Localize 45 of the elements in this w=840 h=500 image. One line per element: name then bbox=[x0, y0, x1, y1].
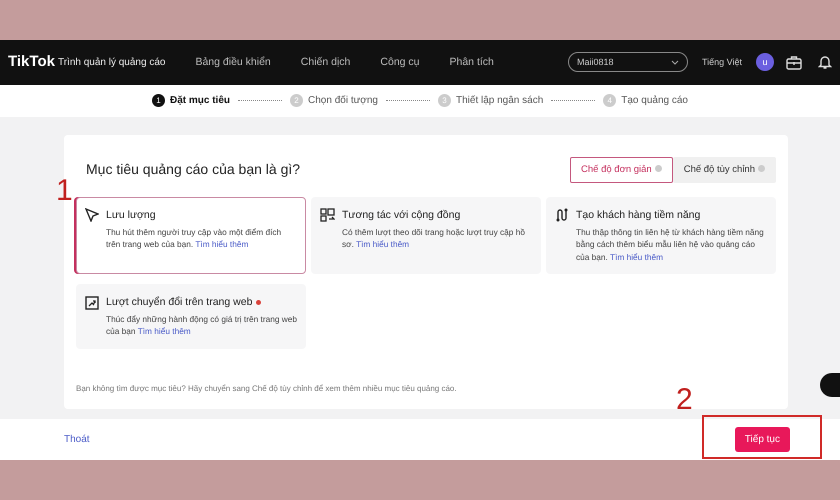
product-name: Trình quản lý quảng cáo bbox=[58, 56, 166, 70]
logo[interactable]: TikTok bbox=[8, 51, 55, 74]
step-label[interactable]: Tạo quảng cáo bbox=[621, 93, 688, 108]
path-icon bbox=[555, 208, 569, 222]
step-annotation: 1 bbox=[56, 176, 73, 206]
hint-text: Bạn không tìm được mục tiêu? Hãy chuyển sang Chế độ tùy chỉnh để xem thêm nhiều mục tiêu quảng cáo. bbox=[76, 382, 458, 395]
learn-more-link[interactable]: Tìm hiểu thêm bbox=[610, 252, 664, 262]
step-label[interactable]: Đặt mục tiêu bbox=[170, 93, 230, 108]
nav-link[interactable]: Chiến dịch bbox=[300, 54, 350, 70]
card-description: Thu hút thêm người truy cập vào một điểm đích trên trang web của bạn. Tìm hiểu thêm bbox=[106, 226, 282, 251]
language-selector[interactable]: Tiếng Việt bbox=[702, 56, 742, 70]
caret-icon bbox=[670, 60, 679, 65]
exit-link[interactable]: Thoát bbox=[64, 432, 90, 447]
card-title: Lưu lượng bbox=[106, 209, 156, 222]
card-title: Tương tác với cộng đồng bbox=[342, 209, 460, 222]
nav-link[interactable]: Công cụ bbox=[380, 54, 420, 70]
learn-more-link[interactable]: Tìm hiểu thêm bbox=[356, 239, 410, 250]
mode-tab[interactable]: Chế độ đơn giản bbox=[570, 156, 673, 184]
learn-more-link[interactable]: Tìm hiểu thêm bbox=[195, 239, 248, 250]
step-annotation: 2 bbox=[676, 385, 693, 415]
briefcase-icon[interactable] bbox=[786, 54, 802, 70]
nav-link[interactable]: Bảng điều khiển bbox=[195, 54, 271, 70]
objective-card[interactable]: Lưu lượng Thu hút thêm người truy cập vào một điểm đích trên trang web của bạn. Tìm hiểu thêm bbox=[76, 197, 306, 274]
step-number[interactable]: 1 bbox=[152, 94, 165, 108]
step-label[interactable]: Thiết lập ngân sách bbox=[456, 93, 544, 108]
card-title: Lượt chuyển đổi trên trang web bbox=[106, 296, 252, 308]
card-description: Thúc đẩy những hành động có giá trị trên trang web của bạn Tìm hiểu thêm bbox=[106, 312, 297, 338]
objective-card[interactable]: Tạo khách hàng tiềm năng Thu thập thông tin liên hệ từ khách hàng tiềm năng bằng cách thêm biểu mẫu liên hệ vào quảng cáo của bạn. Tìm hiểu thêm bbox=[546, 197, 776, 274]
avatar[interactable]: u bbox=[756, 53, 774, 72]
nav-link[interactable]: Phân tích bbox=[450, 54, 494, 70]
trend-icon bbox=[85, 296, 99, 310]
cursor-icon bbox=[85, 208, 99, 222]
swap-icon bbox=[320, 208, 335, 222]
panel-title: Mục tiêu quảng cáo của bạn là gì? bbox=[86, 160, 300, 180]
learn-more-link[interactable]: Tìm hiểu thêm bbox=[138, 326, 191, 336]
objective-card[interactable]: Tương tác với cộng đồng Có thêm lượt theo dõi trang hoặc lượt truy cập hồ sơ. Tìm hiểu thêm bbox=[311, 197, 541, 274]
card-title: Tạo khách hàng tiềm năng bbox=[576, 209, 700, 222]
bell-icon[interactable] bbox=[818, 54, 832, 70]
objective-card[interactable]: Lượt chuyển đổi trên trang web Thúc đẩy những hành động có giá trị trên trang web của bạn Tìm hiểu thêm bbox=[76, 284, 306, 349]
continue-button[interactable]: Tiếp tục bbox=[734, 426, 790, 452]
mode-tab[interactable]: Chế độ tùy chỉnh bbox=[672, 156, 776, 184]
step-label[interactable]: Chọn đối tượng bbox=[308, 93, 378, 108]
card-description: Thu thập thông tin liên hệ từ khách hàng tiềm năng bằng cách thêm biểu mẫu liên hệ vào quảng cáo của bạn. Tìm hiểu thêm bbox=[576, 226, 765, 264]
card-description: Có thêm lượt theo dõi trang hoặc lượt truy cập hồ sơ. Tìm hiểu thêm bbox=[342, 226, 526, 251]
account-dropdown[interactable]: Maii0818 bbox=[568, 52, 688, 72]
